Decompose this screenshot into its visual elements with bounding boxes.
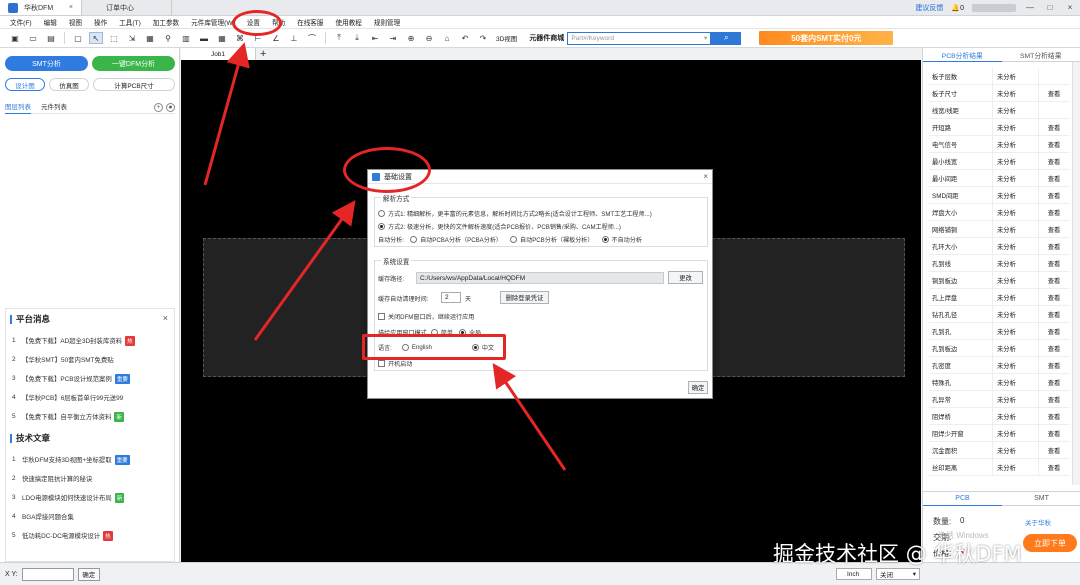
arrow-to-language — [492, 363, 567, 471]
arrow-to-settings — [203, 42, 250, 186]
arrow-to-dialog — [253, 200, 356, 341]
annotation-arrows — [203, 42, 567, 471]
watermark: 掘金技术社区 @ 华秋DFM — [773, 542, 1022, 566]
